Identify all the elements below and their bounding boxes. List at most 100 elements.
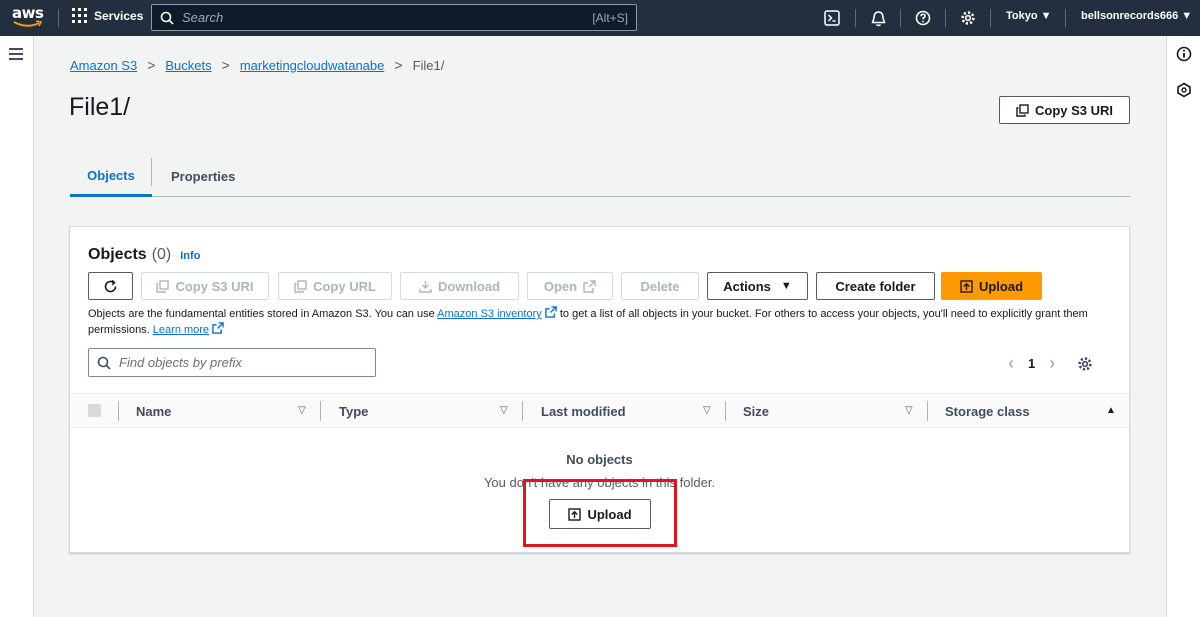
sort-caret-icon[interactable]: ▽ (905, 405, 913, 416)
find-objects-input[interactable] (119, 355, 367, 370)
services-menu-button[interactable]: Services (72, 8, 143, 23)
column-divider[interactable] (927, 401, 928, 421)
settings-gear-icon[interactable] (959, 9, 977, 27)
page-number[interactable]: 1 (1028, 356, 1035, 371)
column-divider (118, 401, 119, 421)
sort-ascending-icon[interactable]: ▲ (1106, 405, 1116, 416)
external-link-icon (545, 306, 557, 318)
sort-caret-icon[interactable]: ▽ (703, 405, 711, 416)
tab-divider (151, 158, 152, 186)
region-label: Tokyo (1006, 10, 1038, 22)
column-last-modified[interactable]: Last modified (541, 404, 626, 419)
search-icon (97, 356, 111, 370)
copy-icon (294, 279, 307, 293)
open-label: Open (543, 278, 578, 294)
breadcrumb: Amazon S3 > Buckets > marketingcloudwata… (70, 57, 444, 73)
feedback-hexagon-icon[interactable] (1176, 82, 1192, 103)
download-icon (419, 280, 432, 293)
nav-divider (945, 9, 946, 27)
breadcrumb-amazon-s3[interactable]: Amazon S3 (70, 58, 137, 73)
sort-caret-icon[interactable]: ▽ (500, 405, 508, 416)
open-button[interactable]: Open (527, 272, 613, 300)
download-button[interactable]: Download (400, 272, 519, 300)
copy-icon (156, 279, 170, 293)
description-text: Objects are the fundamental entities sto… (88, 308, 438, 320)
nav-divider (1065, 9, 1066, 27)
account-label: bellsonrecords666 (1081, 10, 1179, 22)
tab-properties[interactable]: Properties (171, 156, 235, 197)
chevron-right-icon: > (221, 57, 230, 73)
services-label: Services (94, 8, 144, 23)
aws-logo-text: aws (12, 4, 44, 22)
breadcrumb-bucket[interactable]: marketingcloudwatanabe (240, 58, 385, 73)
highlight-annotation-box (523, 479, 677, 547)
select-all-checkbox[interactable] (88, 404, 101, 417)
global-search-input[interactable] (182, 10, 593, 25)
tab-bar: Objects Properties (70, 156, 1130, 197)
aws-smile-icon (13, 20, 43, 27)
notifications-bell-icon[interactable] (869, 9, 887, 27)
copy-s3-uri-button[interactable]: Copy S3 URI (999, 96, 1130, 124)
breadcrumb-current: File1/ (412, 57, 445, 73)
find-objects-field[interactable] (88, 348, 376, 377)
account-menu[interactable]: bellsonrecords666 ▼ (1081, 10, 1192, 22)
copy-url-label: Copy URL (313, 278, 376, 294)
column-divider[interactable] (522, 401, 523, 421)
search-icon (160, 11, 174, 25)
objects-count: (0) (151, 246, 172, 263)
info-panel-icon[interactable] (1176, 46, 1192, 67)
objects-header: Objects (0) Info (88, 246, 200, 264)
sort-caret-icon[interactable]: ▽ (298, 405, 306, 416)
help-icon[interactable] (914, 9, 932, 27)
global-search[interactable]: [Alt+S] (151, 4, 637, 31)
external-link-icon (212, 322, 224, 334)
download-label: Download (437, 278, 501, 294)
empty-state-title: No objects (566, 452, 633, 467)
aws-logo[interactable]: aws (12, 5, 46, 31)
search-shortcut: [Alt+S] (592, 10, 628, 25)
chevron-right-icon[interactable]: › (1049, 353, 1055, 374)
s3-inventory-link[interactable]: Amazon S3 inventory (437, 308, 542, 320)
create-folder-button[interactable]: Create folder (816, 272, 935, 300)
column-divider[interactable] (320, 401, 321, 421)
copy-url-button[interactable]: Copy URL (278, 272, 392, 300)
copy-icon (1016, 103, 1029, 117)
breadcrumb-buckets[interactable]: Buckets (165, 58, 211, 73)
refresh-icon (104, 279, 117, 292)
column-type[interactable]: Type (339, 404, 368, 419)
delete-button[interactable]: Delete (621, 272, 699, 300)
column-divider[interactable] (725, 401, 726, 421)
learn-more-link[interactable]: Learn more (153, 324, 209, 336)
copy-s3-uri-label: Copy S3 URI (1034, 102, 1113, 118)
right-rail (1166, 36, 1200, 617)
column-storage-class[interactable]: Storage class (945, 404, 1030, 419)
upload-button[interactable]: Upload (941, 272, 1042, 300)
cloudshell-icon[interactable] (823, 9, 841, 27)
copy-s3-uri-toolbar-button[interactable]: Copy S3 URI (141, 272, 269, 300)
services-grid-icon (72, 8, 87, 23)
objects-description: Objects are the fundamental entities sto… (88, 306, 1113, 338)
actions-label: Actions (723, 278, 771, 294)
copy-s3-uri-toolbar-label: Copy S3 URI (175, 278, 254, 294)
region-selector[interactable]: Tokyo ▼ (1006, 10, 1052, 22)
caret-down-icon: ▼ (780, 280, 792, 292)
column-size[interactable]: Size (743, 404, 769, 419)
page-title: File1/ (69, 93, 131, 121)
chevron-right-icon: > (394, 57, 403, 73)
tab-objects[interactable]: Objects (70, 156, 152, 197)
upload-icon (960, 279, 973, 293)
chevron-left-icon[interactable]: ‹ (1008, 353, 1014, 374)
nav-divider (900, 9, 901, 27)
delete-label: Delete (640, 278, 680, 294)
table-header: Name ▽ Type ▽ Last modified ▽ Size ▽ Sto… (70, 393, 1129, 428)
menu-hamburger-icon[interactable] (9, 48, 23, 60)
left-rail (0, 36, 34, 617)
actions-dropdown-button[interactable]: Actions ▼ (707, 272, 808, 300)
info-link[interactable]: Info (180, 250, 200, 262)
objects-heading: Objects (88, 246, 147, 263)
preferences-gear-icon[interactable] (1077, 356, 1093, 372)
chevron-right-icon: > (147, 57, 156, 73)
column-name[interactable]: Name (136, 404, 171, 419)
external-link-icon (583, 279, 596, 293)
refresh-button[interactable] (88, 272, 133, 300)
